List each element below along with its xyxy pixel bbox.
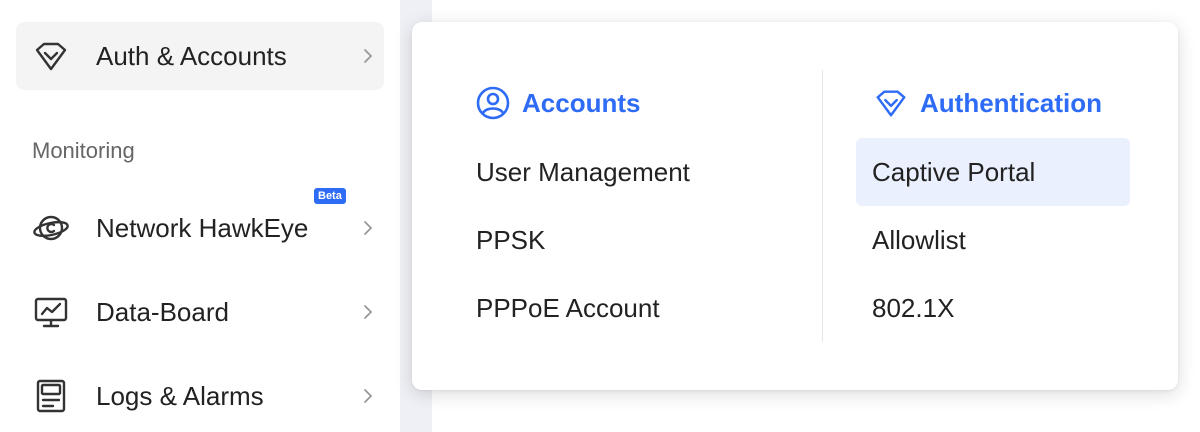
- link-pppoe-account[interactable]: PPPoE Account: [476, 274, 660, 342]
- chevron-right-icon: [360, 48, 376, 64]
- link-ppsk[interactable]: PPSK: [476, 206, 545, 274]
- auth-accounts-popover: Accounts User Management PPSK PPPoE Acco…: [412, 22, 1178, 390]
- diamond-shield-icon: [874, 86, 908, 120]
- link-captive-portal[interactable]: Captive Portal: [856, 138, 1130, 206]
- sidebar: Auth & Accounts Monitoring Network HawkE…: [0, 0, 400, 432]
- sidebar-item-label: Logs & Alarms: [96, 380, 264, 411]
- authentication-column-header: Authentication: [874, 86, 1102, 120]
- authentication-title: Authentication: [920, 87, 1102, 118]
- planet-icon: [32, 209, 70, 247]
- accounts-title: Accounts: [522, 87, 641, 118]
- sidebar-item-network-hawkeye[interactable]: Network HawkEye: [16, 194, 384, 262]
- chevron-right-icon: [360, 304, 376, 320]
- sidebar-item-auth-accounts[interactable]: Auth & Accounts: [16, 22, 384, 90]
- section-label-monitoring: Monitoring: [32, 138, 135, 163]
- link-user-management[interactable]: User Management: [476, 138, 690, 206]
- sidebar-item-label: Network HawkEye: [96, 212, 309, 243]
- chevron-right-icon: [360, 388, 376, 404]
- chevron-right-icon: [360, 220, 376, 236]
- beta-badge: Beta: [314, 188, 346, 204]
- sidebar-item-data-board[interactable]: Data-Board: [16, 278, 384, 346]
- dashboard-monitor-icon: [32, 293, 70, 331]
- link-allowlist[interactable]: Allowlist: [872, 206, 966, 274]
- accounts-column-header: Accounts: [476, 86, 640, 120]
- sidebar-item-label: Data-Board: [96, 296, 229, 327]
- sidebar-item-logs-alarms[interactable]: Logs & Alarms: [16, 362, 384, 430]
- column-divider: [822, 70, 823, 342]
- user-circle-icon: [476, 86, 510, 120]
- log-document-icon: [32, 377, 70, 415]
- link-802-1x[interactable]: 802.1X: [872, 274, 954, 342]
- diamond-shield-icon: [32, 37, 70, 75]
- sidebar-item-label: Auth & Accounts: [96, 40, 287, 71]
